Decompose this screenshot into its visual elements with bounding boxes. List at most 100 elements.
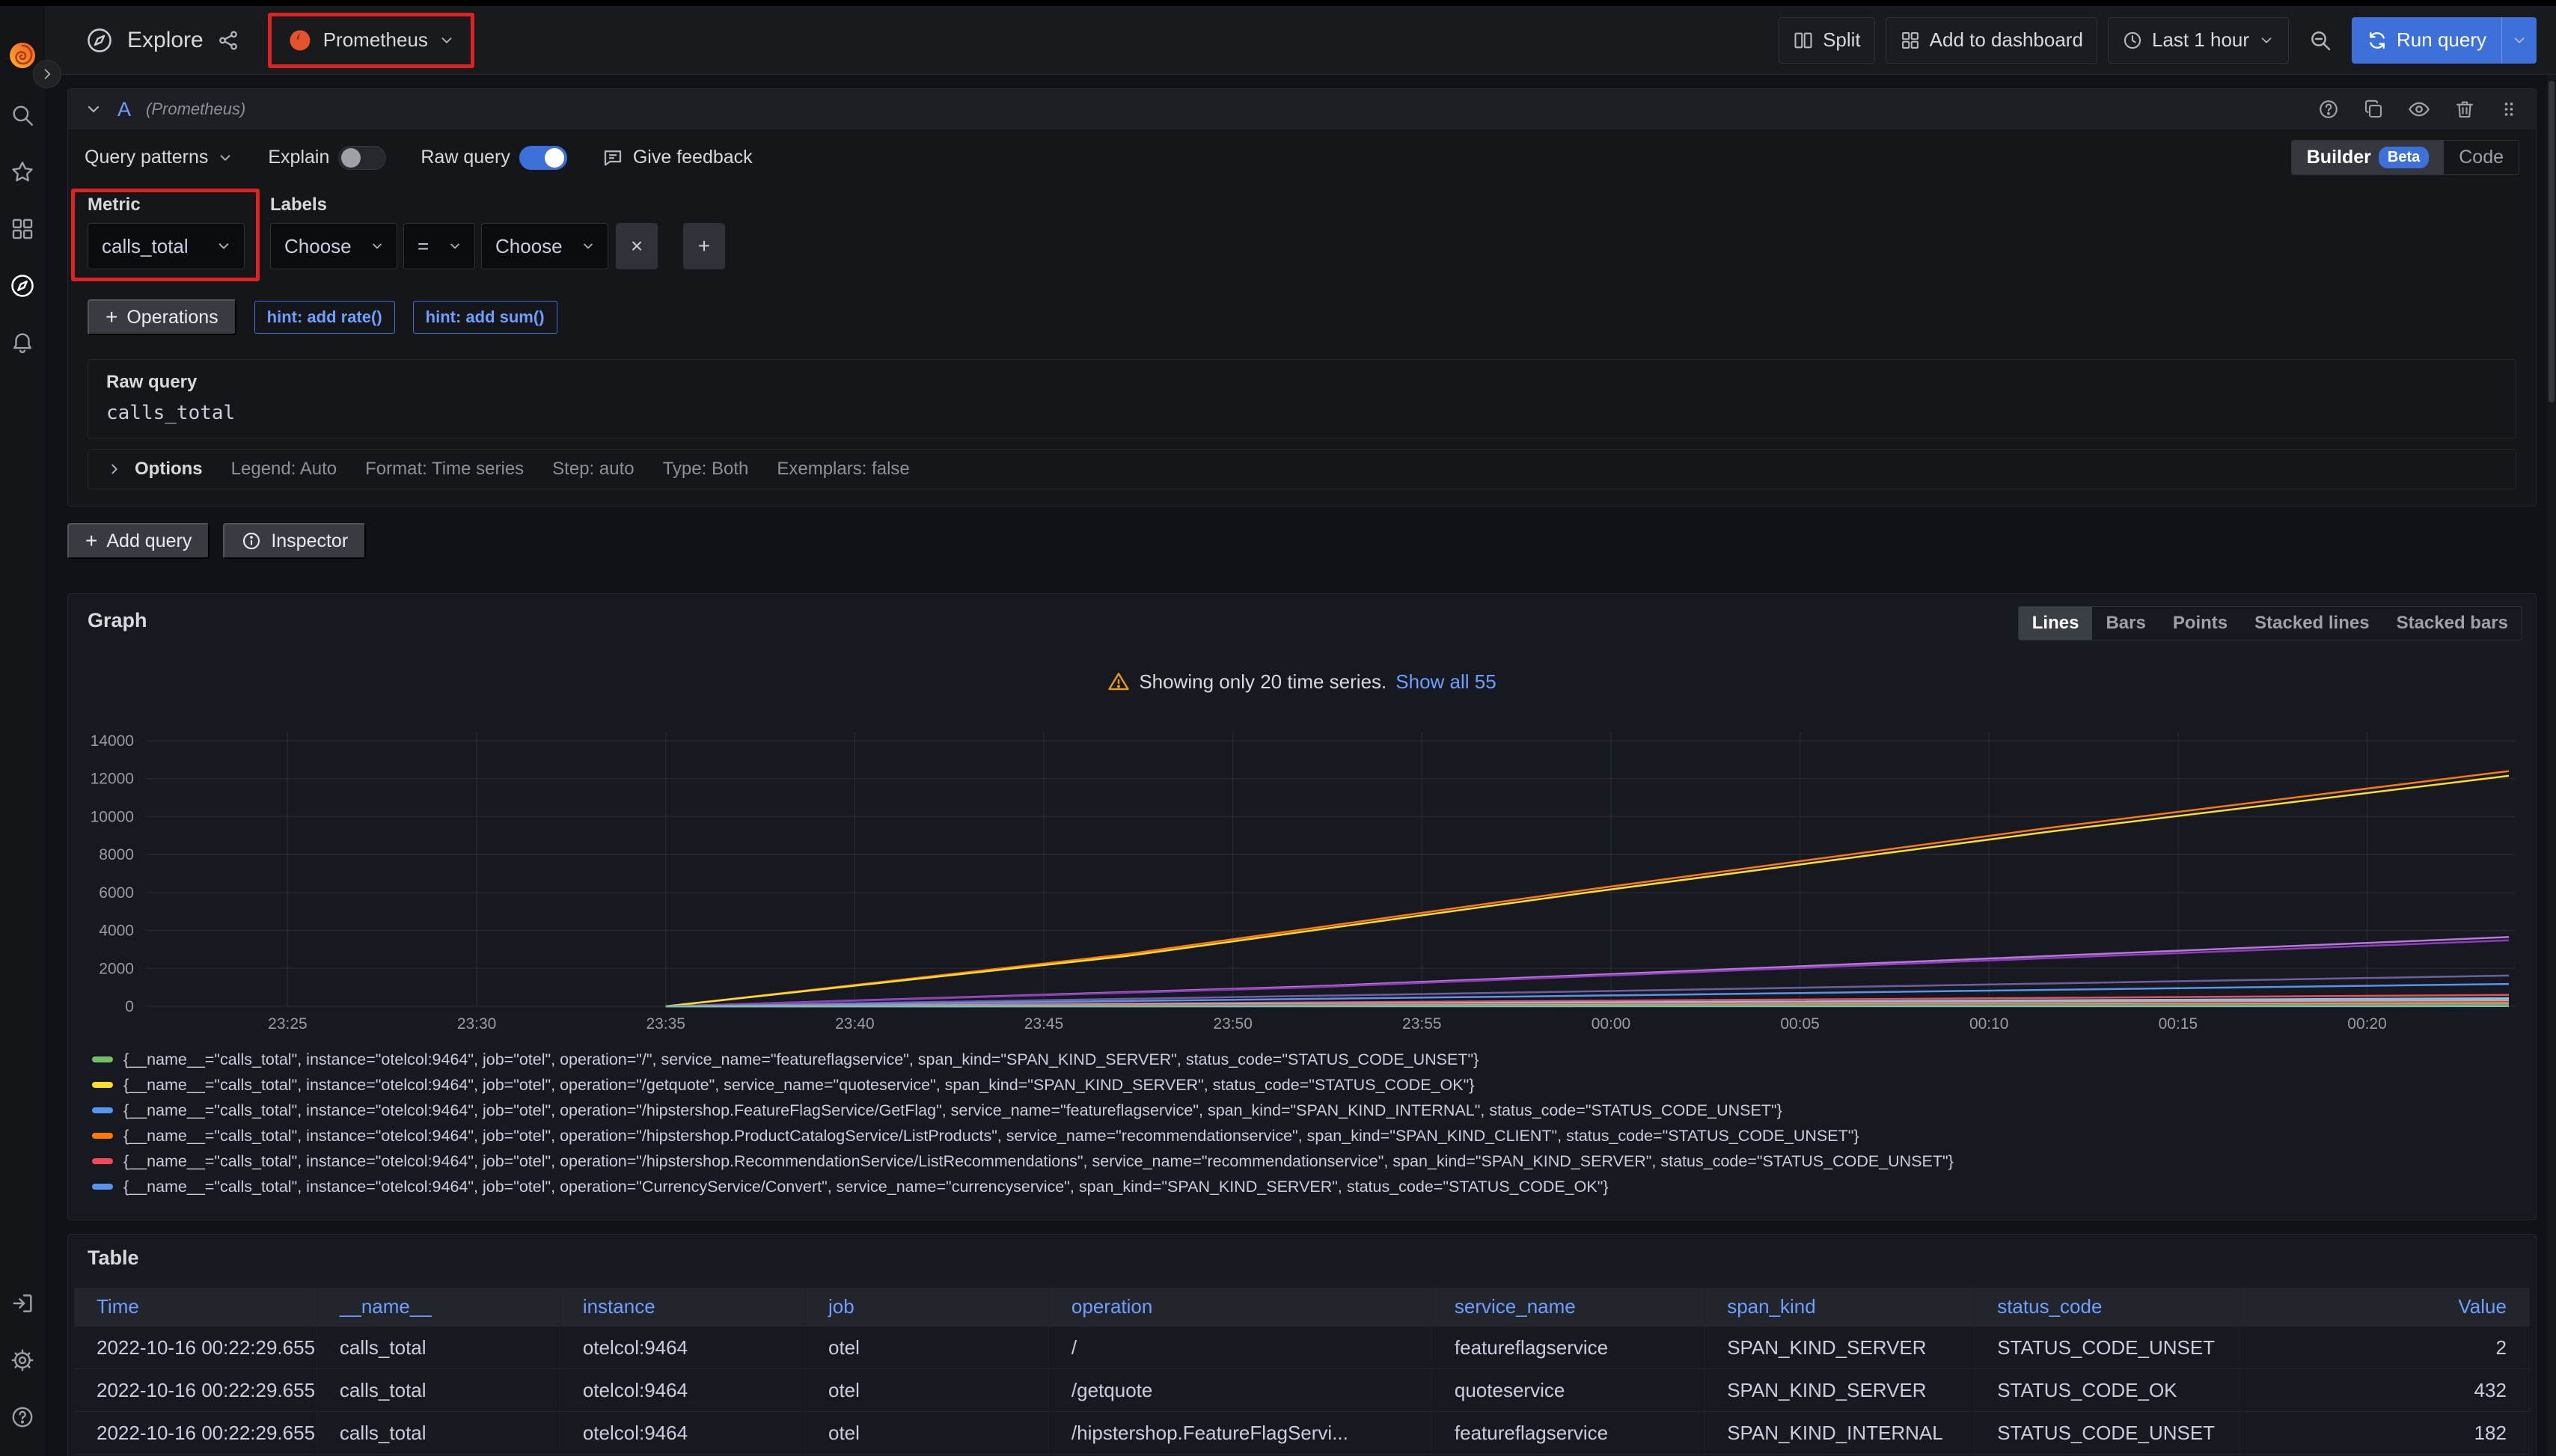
raw-query-switch[interactable] <box>519 146 567 170</box>
comment-icon <box>602 147 624 169</box>
builder-code-switch: Builder Beta Code <box>2291 140 2519 175</box>
sidebar-item-sign-in[interactable] <box>0 1275 45 1332</box>
datasource-name: Prometheus <box>323 28 428 52</box>
sidebar-expand-button[interactable] <box>33 60 61 88</box>
legend-item[interactable]: {__name__="calls_total", instance="otelc… <box>92 1072 2516 1098</box>
sync-icon <box>2367 30 2388 51</box>
sidebar-item-search[interactable] <box>0 87 45 144</box>
beta-badge: Beta <box>2379 147 2429 168</box>
explain-toggle[interactable]: Explain <box>268 146 386 170</box>
metric-select[interactable]: calls_total <box>88 223 245 269</box>
table-cell: otelcol:9464 <box>560 1369 806 1412</box>
chevron-down-icon <box>2511 32 2528 49</box>
zoom-out-icon <box>2308 28 2332 52</box>
table-header-spankind[interactable]: span_kind <box>1704 1288 1975 1327</box>
explain-switch[interactable] <box>338 146 386 170</box>
chevron-down-icon <box>447 239 462 254</box>
run-query-dropdown[interactable] <box>2501 17 2537 64</box>
explore-actions: + Add query Inspector <box>67 523 2537 559</box>
collapse-chevron-icon[interactable] <box>85 100 103 118</box>
hide-response-eye-icon[interactable] <box>2407 97 2431 121</box>
table-cell: STATUS_CODE_OK <box>1975 1369 2239 1412</box>
table-cell: SPAN_KIND_SERVER <box>1704 1369 1975 1412</box>
show-all-series-link[interactable]: Show all 55 <box>1395 670 1496 694</box>
duplicate-query-icon[interactable] <box>2362 98 2385 120</box>
label-value-select[interactable]: Choose <box>481 223 608 269</box>
graph-mode-bars[interactable]: Bars <box>2092 607 2159 640</box>
sidebar-item-starred[interactable] <box>0 144 45 201</box>
sidebar-item-help[interactable] <box>0 1389 45 1446</box>
drag-handle-icon[interactable] <box>2498 99 2519 120</box>
graph-mode-stacked-bars[interactable]: Stacked bars <box>2383 607 2522 640</box>
zoom-out-time-button[interactable] <box>2299 17 2341 64</box>
table-header-name[interactable]: __name__ <box>317 1288 560 1327</box>
remove-query-trash-icon[interactable] <box>2453 98 2476 120</box>
sidebar-item-settings[interactable] <box>0 1332 45 1389</box>
sidebar-item-explore[interactable] <box>0 257 45 314</box>
graph-mode-stacked-lines[interactable]: Stacked lines <box>2241 607 2382 640</box>
svg-text:14000: 14000 <box>91 732 134 750</box>
code-tab[interactable]: Code <box>2444 141 2519 174</box>
metric-field: Metric calls_total <box>88 195 245 269</box>
split-icon <box>1793 30 1814 51</box>
table-header-statuscode[interactable]: status_code <box>1975 1288 2239 1327</box>
svg-text:00:00: 00:00 <box>1592 1015 1630 1033</box>
add-query-button[interactable]: + Add query <box>67 523 210 559</box>
inspector-button[interactable]: Inspector <box>223 523 366 559</box>
table-header-time[interactable]: Time <box>74 1288 317 1327</box>
graph-legend: {__name__="calls_total", instance="otelc… <box>88 1047 2516 1205</box>
labels-caption: Labels <box>270 195 725 215</box>
results-table: Time__name__instancejoboperationservice_… <box>74 1288 2530 1456</box>
info-circle-icon <box>241 530 262 551</box>
table-cell: 432 <box>2240 1369 2530 1412</box>
star-icon <box>10 159 35 185</box>
datasource-picker[interactable]: Prometheus <box>274 17 468 64</box>
time-range-picker[interactable]: Last 1 hour <box>2108 17 2289 64</box>
query-options-collapsible[interactable]: Options Legend: Auto Format: Time series… <box>88 449 2516 489</box>
table-header-instance[interactable]: instance <box>560 1288 806 1327</box>
query-ref-id: A <box>117 98 131 121</box>
page-scrollbar[interactable] <box>2547 75 2556 1456</box>
sidebar-item-alerting[interactable] <box>0 314 45 371</box>
share-icon[interactable] <box>217 29 239 52</box>
table-cell: STATUS_CODE_UNSET <box>1975 1412 2239 1455</box>
table-cell: SPAN_KIND_SERVER <box>1704 1327 1975 1369</box>
svg-text:6000: 6000 <box>99 884 134 902</box>
table-header-operation[interactable]: operation <box>1049 1288 1432 1327</box>
time-series-chart[interactable]: 0200040006000800010000120001400023:2523:… <box>88 724 2516 1038</box>
legend-item[interactable]: {__name__="calls_total", instance="otelc… <box>92 1098 2516 1123</box>
table-cell: 2 <box>2240 1327 2530 1369</box>
table-header-value[interactable]: Value <box>2240 1288 2530 1327</box>
legend-item[interactable]: {__name__="calls_total", instance="otelc… <box>92 1047 2516 1072</box>
graph-mode-lines[interactable]: Lines <box>2019 607 2093 640</box>
builder-tab[interactable]: Builder Beta <box>2292 141 2444 174</box>
query-help-icon[interactable] <box>2317 98 2340 120</box>
legend-item[interactable]: {__name__="calls_total", instance="otelc… <box>92 1174 2516 1199</box>
scrollbar-thumb[interactable] <box>2549 81 2555 403</box>
label-name-select[interactable]: Choose <box>270 223 397 269</box>
remove-label-filter-button[interactable]: × <box>616 223 658 269</box>
add-label-filter-button[interactable]: + <box>683 223 725 269</box>
sidebar-item-dashboards[interactable] <box>0 201 45 257</box>
graph-mode-points[interactable]: Points <box>2159 607 2241 640</box>
hint-add-rate-button[interactable]: hint: add rate() <box>254 301 395 334</box>
add-operation-button[interactable]: + Operations <box>88 299 236 335</box>
legend-item[interactable]: {__name__="calls_total", instance="otelc… <box>92 1148 2516 1174</box>
hint-add-sum-button[interactable]: hint: add sum() <box>413 301 557 334</box>
table-header-servicename[interactable]: service_name <box>1432 1288 1704 1327</box>
chevron-down-icon <box>438 32 455 49</box>
query-patterns-dropdown[interactable]: Query patterns <box>85 147 233 168</box>
add-to-dashboard-button[interactable]: Add to dashboard <box>1886 17 2097 64</box>
table-cell: /hipstershop.FeatureFlagServi... <box>1049 1412 1432 1455</box>
label-operator-select[interactable]: = <box>403 223 475 269</box>
run-query-button[interactable]: Run query <box>2352 17 2537 64</box>
dashboards-grid-icon <box>10 216 35 242</box>
raw-query-caption: Raw query <box>106 372 2498 393</box>
table-cell: calls_total <box>317 1412 560 1455</box>
split-button[interactable]: Split <box>1779 17 1875 64</box>
raw-query-toggle[interactable]: Raw query <box>421 146 567 170</box>
legend-item[interactable]: {__name__="calls_total", instance="otelc… <box>92 1123 2516 1148</box>
give-feedback-link[interactable]: Give feedback <box>602 147 753 169</box>
query-row-header[interactable]: A (Prometheus) <box>68 89 2536 129</box>
table-header-job[interactable]: job <box>806 1288 1049 1327</box>
